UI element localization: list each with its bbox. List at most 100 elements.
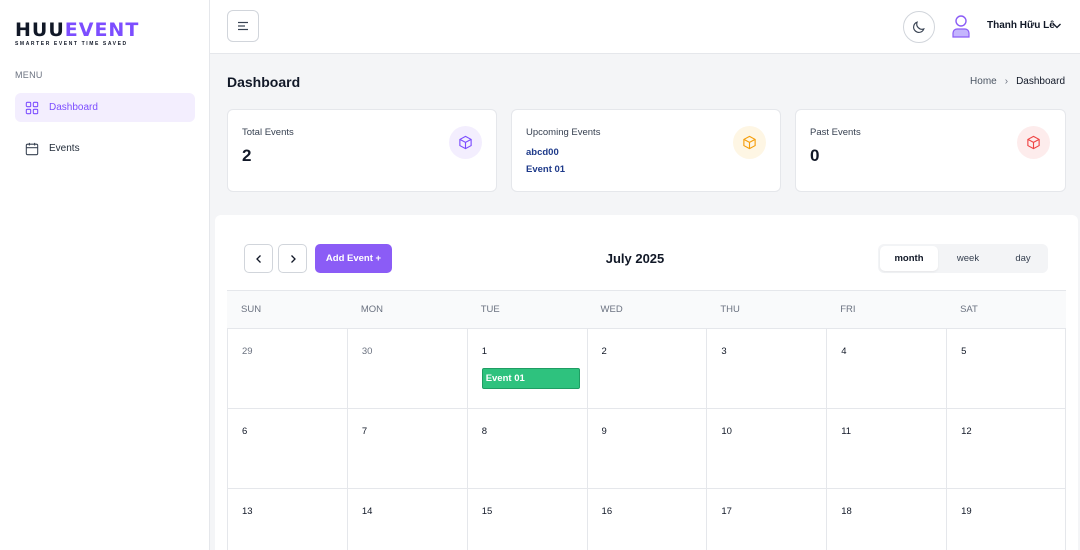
day-cell[interactable]: 15	[466, 489, 587, 550]
day-number: 8	[481, 426, 487, 437]
total-events-value: 2	[242, 146, 252, 165]
logo-tagline: SMARTER EVENT TIME SAVED	[15, 41, 128, 47]
day-cell[interactable]: 16	[586, 489, 707, 550]
day-number: 7	[361, 426, 368, 437]
theme-toggle-button[interactable]	[903, 11, 935, 43]
day-cell[interactable]: 6	[227, 409, 347, 488]
cube-icon	[733, 126, 766, 159]
day-number: 16	[601, 506, 613, 517]
day-number: 13	[242, 506, 253, 517]
sidebar-toggle-button[interactable]	[227, 10, 259, 42]
grid-icon	[25, 101, 39, 114]
menu-icon	[238, 21, 248, 31]
weekday-label: TUE	[480, 304, 500, 315]
weekday-label: THU	[720, 304, 740, 315]
calendar-title: July 2025	[605, 251, 665, 266]
user-name[interactable]: Thanh Hữu Lê	[987, 20, 1055, 31]
sidebar-item-dashboard[interactable]: Dashboard	[15, 93, 195, 122]
day-cell[interactable]: 29	[227, 329, 347, 408]
chevron-down-icon[interactable]	[1052, 21, 1062, 31]
day-cell[interactable]: 30	[346, 329, 467, 408]
upcoming-event-link[interactable]: abcd00	[526, 147, 559, 158]
chevron-right-icon: ›	[1004, 76, 1009, 87]
add-event-button[interactable]: Add Event +	[315, 244, 392, 273]
calendar-week-row: 29 30 1 Event 01 2 3 4 5	[227, 329, 1066, 409]
day-cell[interactable]: 9	[586, 409, 707, 488]
day-number: 15	[481, 506, 493, 517]
card-label: Past Events	[810, 127, 861, 138]
day-number: 17	[721, 506, 732, 517]
calendar-week-row: 6 7 8 9 10 11 12	[227, 409, 1066, 489]
moon-icon	[913, 21, 925, 33]
upcoming-event-link[interactable]: Event 01	[526, 164, 565, 175]
day-cell[interactable]: 10	[706, 409, 826, 488]
weekday-label: SUN	[241, 304, 262, 315]
day-cell[interactable]: 14	[346, 489, 467, 550]
calendar-grid: SUN MON TUE WED THU FRI SAT 29 30 1 Even…	[227, 290, 1066, 550]
day-cell[interactable]: 7	[346, 409, 467, 488]
day-number: 3	[721, 346, 727, 357]
day-cell[interactable]: 4	[826, 329, 946, 408]
sidebar-item-label: Events	[49, 143, 80, 154]
card-label: Upcoming Events	[526, 127, 601, 138]
cube-icon	[1017, 126, 1050, 159]
sidebar-item-label: Dashboard	[49, 102, 98, 113]
view-month-button[interactable]: month	[880, 246, 938, 271]
day-cell[interactable]: 18	[826, 489, 946, 550]
day-cell[interactable]: 13	[227, 489, 347, 550]
day-cell[interactable]: 5	[946, 329, 1066, 408]
day-number: 12	[961, 426, 972, 437]
day-cell[interactable]: 19	[946, 489, 1066, 550]
chevron-left-icon	[255, 254, 261, 263]
user-avatar-icon[interactable]	[951, 14, 971, 38]
day-number: 6	[242, 426, 248, 437]
cube-icon	[449, 126, 482, 159]
day-cell[interactable]: 12	[946, 409, 1066, 488]
calendar-icon	[25, 142, 39, 155]
breadcrumb: Home › Dashboard	[970, 76, 1065, 87]
logo-wordmark: HUUEVENT	[15, 19, 140, 41]
day-cell[interactable]: 2	[586, 329, 707, 408]
day-cell[interactable]: 1 Event 01	[466, 329, 587, 408]
day-number: 11	[841, 426, 852, 437]
day-number: 9	[601, 426, 607, 437]
day-cell[interactable]: 11	[826, 409, 946, 488]
day-cell[interactable]: 3	[706, 329, 826, 408]
app-logo[interactable]: HUUEVENT SMARTER EVENT TIME SAVED	[15, 20, 139, 47]
day-cell[interactable]: 8	[466, 409, 587, 488]
next-month-button[interactable]	[278, 244, 307, 273]
view-day-button[interactable]: day	[994, 246, 1052, 271]
breadcrumb-current: Dashboard	[1016, 76, 1065, 87]
view-switcher: month week day	[878, 244, 1048, 273]
day-number: 1	[481, 346, 487, 357]
day-cell[interactable]: 17	[706, 489, 826, 550]
menu-label: MENU	[15, 70, 43, 80]
sidebar-item-events[interactable]: Events	[15, 134, 195, 163]
past-events-value: 0	[810, 146, 820, 165]
chevron-right-icon	[290, 254, 296, 263]
page-title: Dashboard	[227, 74, 301, 90]
total-events-card: Total Events 2	[227, 109, 497, 192]
day-number: 29	[242, 346, 253, 357]
day-number: 5	[961, 346, 967, 357]
day-number: 2	[601, 346, 607, 357]
weekday-label: MON	[360, 304, 384, 315]
day-number: 19	[961, 506, 972, 517]
weekday-header-row: SUN MON TUE WED THU FRI SAT	[227, 290, 1066, 329]
weekday-label: FRI	[840, 304, 856, 315]
weekday-label: SAT	[960, 304, 978, 315]
calendar-week-row: 13 14 15 16 17 18 19	[227, 489, 1066, 550]
prev-month-button[interactable]	[244, 244, 273, 273]
weekday-label: WED	[600, 304, 623, 315]
view-week-button[interactable]: week	[939, 246, 997, 271]
day-number: 18	[841, 506, 852, 517]
breadcrumb-home[interactable]: Home	[970, 76, 997, 87]
day-number: 14	[361, 506, 373, 517]
sidebar: HUUEVENT SMARTER EVENT TIME SAVED MENU D…	[0, 0, 210, 550]
day-number: 4	[841, 346, 847, 357]
past-events-card: Past Events 0	[795, 109, 1066, 192]
day-number: 30	[361, 346, 373, 357]
day-number: 10	[721, 426, 732, 437]
upcoming-events-card: Upcoming Events abcd00 Event 01	[511, 109, 781, 192]
calendar-event[interactable]: Event 01	[481, 368, 580, 389]
